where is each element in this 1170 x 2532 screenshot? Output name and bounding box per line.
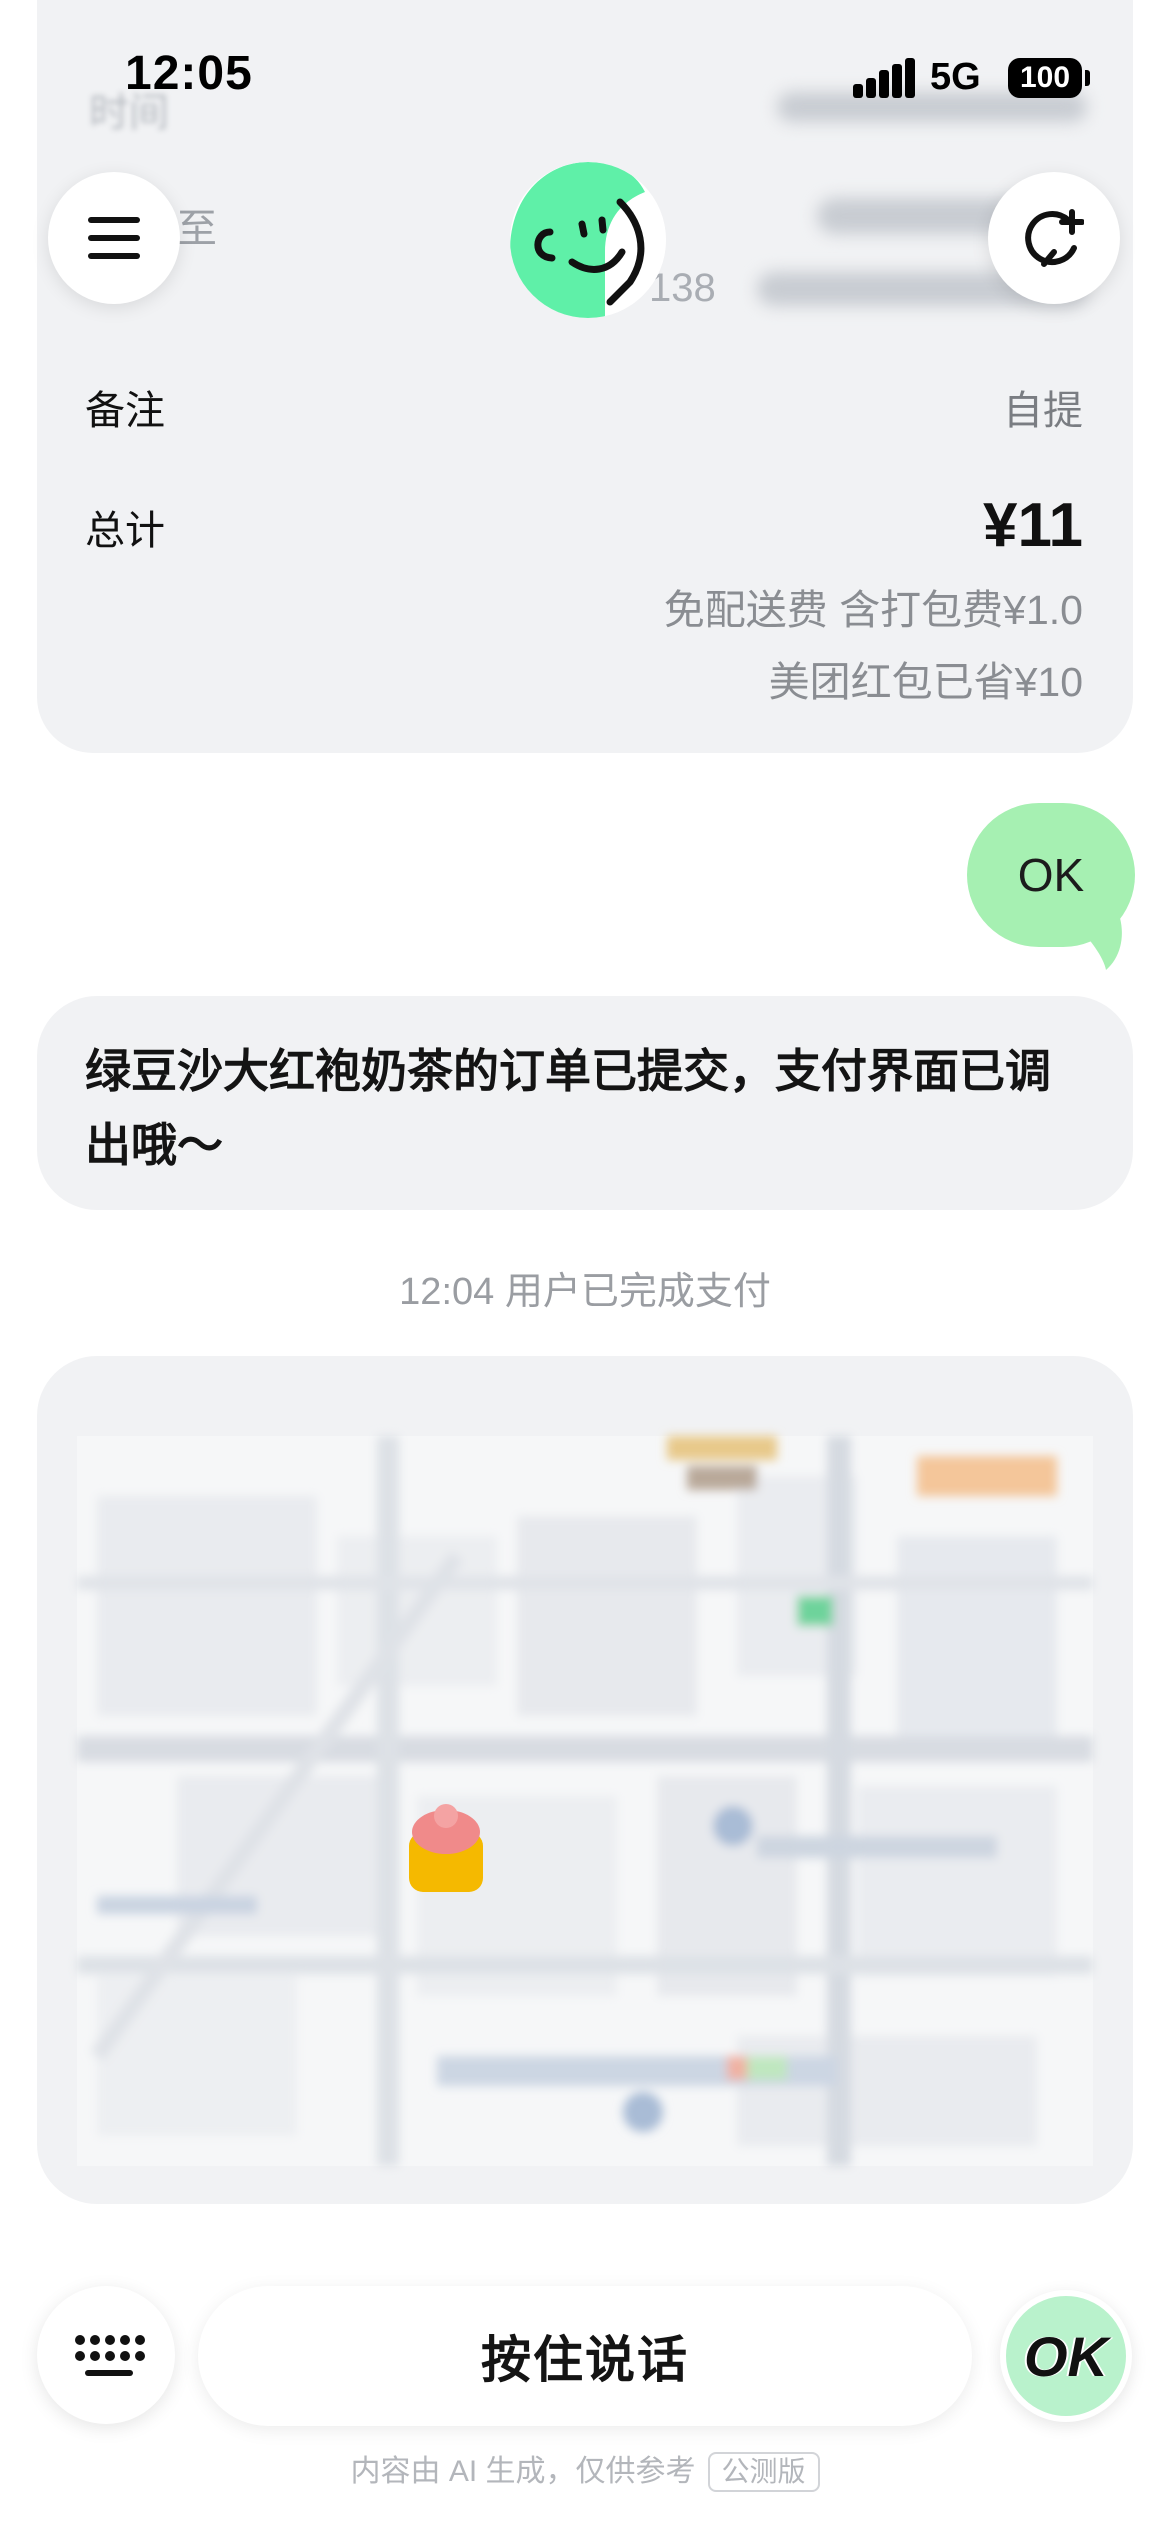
fee-detail: 免配送费 含打包费¥1.0 [663,587,1083,633]
total-price: ¥11 [982,491,1083,560]
battery-level: 100 [1019,61,1071,94]
keyboard-toggle-button[interactable] [37,2286,175,2424]
disclaimer-text: 内容由 AI 生成，仅供参考 [350,2455,696,2488]
ai-disclaimer: 内容由 AI 生成，仅供参考 公测版 [0,2446,1170,2492]
signal-icon [853,58,915,98]
user-message-text: OK [1017,849,1085,901]
address-partial-label: 至 [177,207,217,251]
battery-tip [1085,70,1090,86]
note-label: 备注 [85,389,165,433]
ok-button-label: OK [1024,2324,1108,2388]
total-label: 总计 [85,509,165,553]
assistant-message-text: 绿豆沙大红袍奶茶的订单已提交，支付界面已调出哦～ [85,1045,1051,1171]
map-image [77,1436,1093,2166]
menu-icon [88,217,140,259]
assistant-avatar[interactable] [510,162,666,318]
ok-quick-reply-button[interactable]: OK [1000,2290,1132,2422]
menu-button[interactable] [48,172,180,304]
keyboard-icon [75,2335,145,2376]
beta-tag: 公测版 [707,2452,820,2492]
hold-to-talk-label: 按住说话 [481,2332,689,2388]
assistant-message-bubble: 绿豆沙大红袍奶茶的订单已提交，支付界面已调出哦～ [37,996,1133,1210]
chat-screen: 时间 至 138 备注 自提 总计 ¥11 免配送费 含打包费¥1.0 美团红包… [0,0,1170,2532]
delivery-map-card[interactable] [37,1356,1133,2204]
payment-status-note: 12:04 用户已完成支付 [399,1271,771,1313]
new-chat-icon [1025,209,1084,267]
network-type: 5G [930,56,981,98]
new-chat-button[interactable] [988,172,1120,304]
status-bar: 12:05 5G 100 [0,0,1170,150]
hold-to-talk-button[interactable]: 按住说话 [198,2286,972,2426]
battery-icon: 100 [1008,58,1082,98]
note-value: 自提 [1003,389,1083,433]
phone-partial: 138 [649,266,716,310]
bubble-tail [1070,918,1122,970]
status-time: 12:05 [125,47,253,100]
discount-detail: 美团红包已省¥10 [768,659,1083,705]
avatar-face-icon [510,162,666,318]
